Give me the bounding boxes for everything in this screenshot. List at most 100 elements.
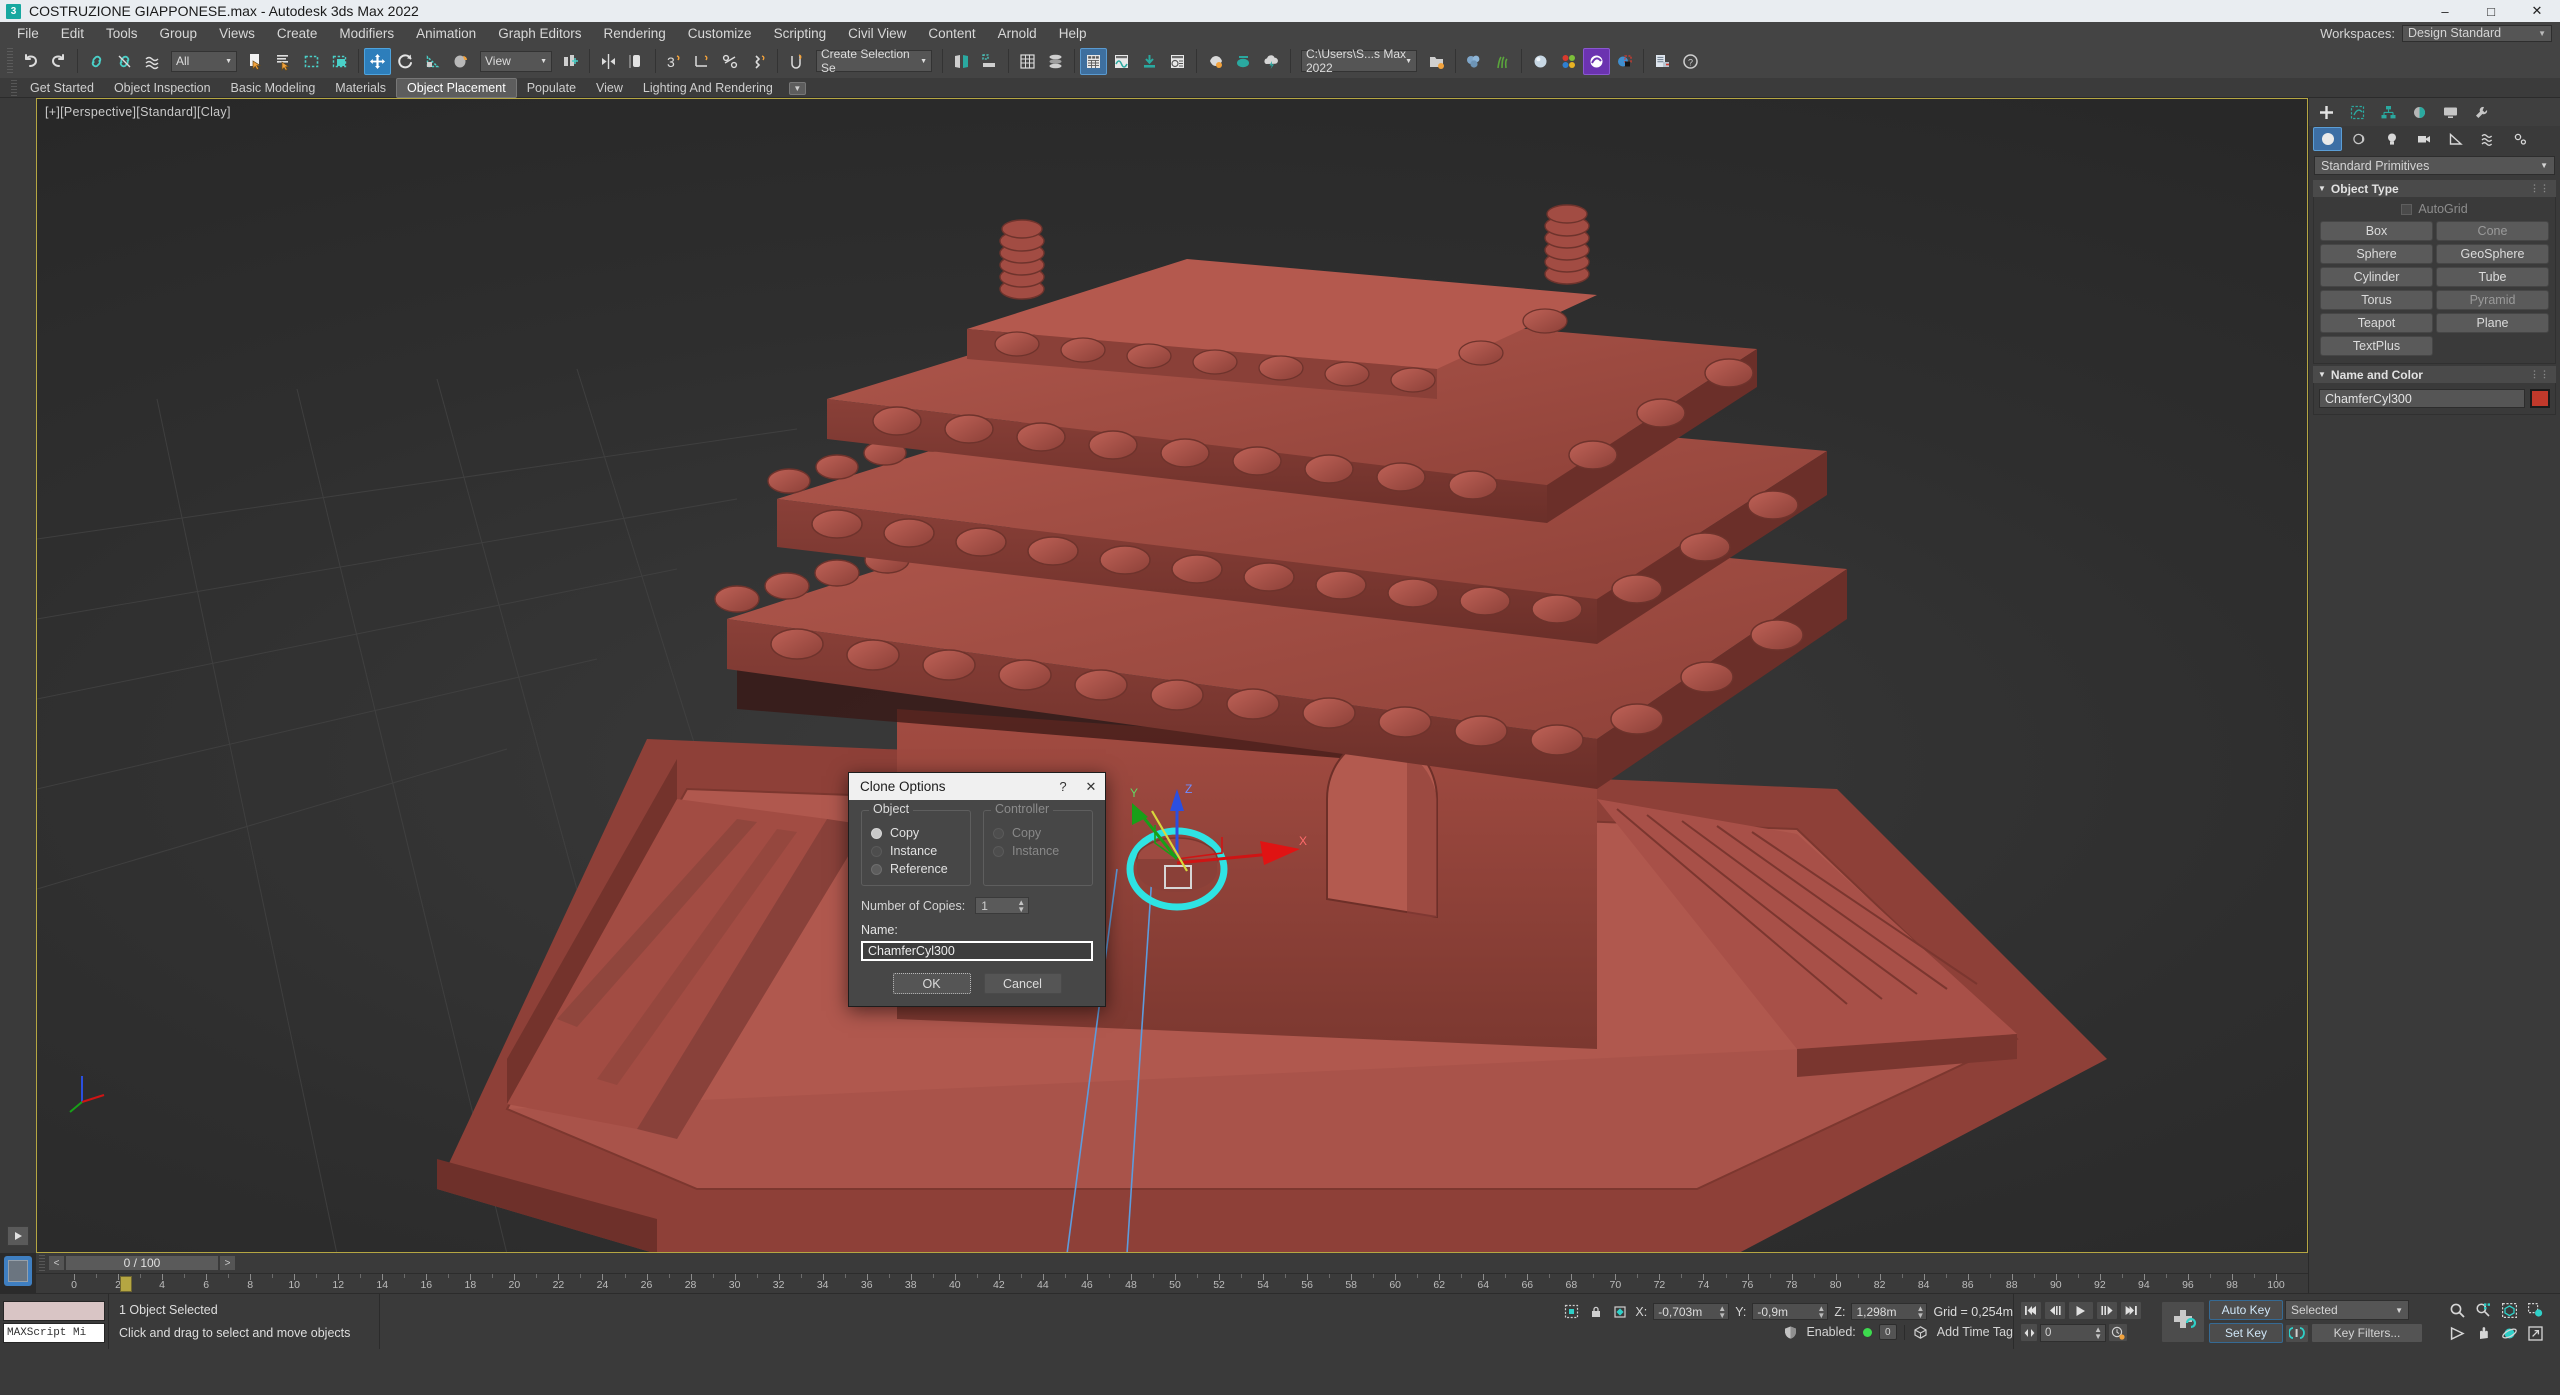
scene-converter-icon[interactable] (1611, 48, 1638, 75)
clone-options-dialog[interactable]: Clone Options ? ✕ Object Copy Instance R… (848, 772, 1106, 1007)
align-icon[interactable] (623, 48, 650, 75)
maxscript-input-line[interactable]: MAXScript Mi (3, 1322, 105, 1343)
playback-button[interactable] (7, 1226, 29, 1246)
object-button-pyramid[interactable]: Pyramid (2436, 290, 2549, 310)
selection-filter-dropdown[interactable]: All ▼ (171, 50, 237, 72)
selected-object-gizmo[interactable]: Z Y X (1092, 771, 1372, 971)
schematic-view-icon[interactable] (717, 48, 744, 75)
object-name-input[interactable]: ChamferCyl300 (2319, 389, 2525, 408)
object-button-cylinder[interactable]: Cylinder (2320, 267, 2433, 287)
ribbon-tab-object-placement[interactable]: Object Placement (396, 77, 517, 98)
viewport-thumbnail[interactable] (4, 1256, 32, 1286)
go-to-end-button[interactable] (2120, 1301, 2142, 1320)
help-icon[interactable]: ? (1677, 48, 1704, 75)
material-editor-icon[interactable] (1014, 48, 1041, 75)
object-option-reference[interactable]: Reference (871, 862, 961, 876)
maximize-button[interactable]: □ (2468, 0, 2514, 22)
project-folder-dropdown[interactable]: C:\Users\S...s Max 2022 ▼ (1301, 47, 1417, 75)
select-and-scale-icon[interactable] (420, 48, 447, 75)
render-in-cloud-icon[interactable] (1258, 48, 1285, 75)
ribbon-tab-object-inspection[interactable]: Object Inspection (104, 79, 221, 97)
shield-icon[interactable] (1781, 1325, 1799, 1340)
scene-explorer-icon[interactable] (1649, 48, 1676, 75)
rendered-frame-window-icon[interactable] (1108, 48, 1135, 75)
curve-editor-icon[interactable] (689, 48, 716, 75)
maxscript-output-line[interactable] (3, 1300, 105, 1321)
object-button-cone[interactable]: Cone (2436, 221, 2549, 241)
material-sphere-icon[interactable] (1527, 48, 1554, 75)
key-mode-toggle-icon[interactable] (2285, 1323, 2309, 1343)
menu-item-content[interactable]: Content (917, 23, 986, 44)
workspace-selector[interactable]: Design Standard ▼ (2402, 24, 2552, 42)
field-of-view-icon[interactable] (2446, 1323, 2468, 1343)
zoom-extents-icon[interactable] (2498, 1300, 2520, 1320)
object-color-swatch[interactable] (2530, 389, 2550, 408)
menu-item-arnold[interactable]: Arnold (987, 23, 1048, 44)
play-animation-button[interactable] (2068, 1301, 2094, 1320)
array-icon[interactable] (976, 48, 1003, 75)
foliage-icon[interactable] (1461, 48, 1488, 75)
time-slider-grip[interactable] (39, 1255, 45, 1271)
key-step-toggle[interactable] (2020, 1323, 2038, 1342)
selection-lock-region-icon[interactable] (1561, 1304, 1581, 1319)
undo-icon[interactable] (17, 48, 44, 75)
clone-dialog-help-button[interactable]: ? (1049, 773, 1077, 800)
next-key-button[interactable] (2096, 1301, 2118, 1320)
cube-icon[interactable] (1912, 1325, 1930, 1340)
mirror-geometry-icon[interactable] (948, 48, 975, 75)
select-and-rotate-icon[interactable] (392, 48, 419, 75)
object-option-instance[interactable]: Instance (871, 844, 961, 858)
clone-ok-button[interactable]: OK (892, 973, 971, 994)
set-key-button[interactable]: Set Key (2209, 1323, 2283, 1343)
open-asset-tracking-icon[interactable] (1202, 48, 1229, 75)
menu-item-edit[interactable]: Edit (50, 23, 95, 44)
go-to-start-button[interactable] (2020, 1301, 2042, 1320)
spinner-icon[interactable]: ▲ ▼ (1817, 1304, 1825, 1319)
maximize-viewport-icon[interactable] (2524, 1323, 2546, 1343)
systems-icon[interactable] (2505, 127, 2534, 151)
unlink-selection-icon[interactable] (111, 48, 138, 75)
autogrid-row[interactable]: AutoGrid (2320, 202, 2549, 216)
ribbon-overflow-button[interactable]: ▼ (783, 80, 812, 95)
object-category-dropdown[interactable]: Standard Primitives ▼ (2314, 156, 2555, 175)
utilities-tab[interactable] (2467, 100, 2496, 124)
viewport-label[interactable]: [+][Perspective][Standard][Clay] (45, 105, 231, 119)
close-button[interactable]: ✕ (2514, 0, 2560, 22)
ribbon-tab-basic-modeling[interactable]: Basic Modeling (221, 79, 326, 97)
ribbon-tab-view[interactable]: View (586, 79, 633, 97)
clone-dialog-close-button[interactable]: ✕ (1077, 773, 1105, 800)
select-by-name-icon[interactable] (270, 48, 297, 75)
lights-icon[interactable] (2377, 127, 2406, 151)
spinner-icon[interactable]: ▲ ▼ (1718, 1304, 1726, 1319)
window-crossing-toggle-icon[interactable] (326, 48, 353, 75)
time-configuration-button[interactable] (2108, 1323, 2128, 1342)
motion-tab[interactable] (2405, 100, 2434, 124)
spinner-icon[interactable]: ▲ ▼ (2094, 1325, 2102, 1340)
toolbar-grip[interactable] (7, 48, 13, 74)
ribbon-grip[interactable] (11, 79, 17, 96)
menu-item-tools[interactable]: Tools (95, 23, 149, 44)
snaps-toggle-icon[interactable] (783, 48, 810, 75)
minimize-button[interactable]: – (2422, 0, 2468, 22)
select-and-place-icon[interactable] (448, 48, 475, 75)
shapes-icon[interactable] (2345, 127, 2374, 151)
current-frame-input[interactable]: 0 ▲ ▼ (2040, 1323, 2106, 1342)
object-option-copy[interactable]: Copy (871, 826, 961, 840)
add-time-tag-label[interactable]: Add Time Tag (1937, 1325, 2013, 1339)
pan-view-icon[interactable] (2472, 1323, 2494, 1343)
zoom-icon[interactable] (2446, 1300, 2468, 1320)
display-tab[interactable] (2436, 100, 2465, 124)
object-button-geosphere[interactable]: GeoSphere (2436, 244, 2549, 264)
menu-item-graph-editors[interactable]: Graph Editors (487, 23, 592, 44)
teapot-render-icon[interactable] (1230, 48, 1257, 75)
previous-frame-button[interactable]: < (48, 1255, 65, 1271)
helpers-icon[interactable] (2441, 127, 2470, 151)
absolute-relative-toggle-icon[interactable] (1611, 1305, 1629, 1319)
menu-item-help[interactable]: Help (1048, 23, 1098, 44)
object-button-teapot[interactable]: Teapot (2320, 313, 2433, 333)
mirror-icon[interactable] (595, 48, 622, 75)
set-project-folder-icon[interactable] (1423, 48, 1450, 75)
redo-icon[interactable] (45, 48, 72, 75)
use-pivot-point-center-icon[interactable] (557, 48, 584, 75)
layer-explorer-icon[interactable]: 3 (661, 48, 688, 75)
